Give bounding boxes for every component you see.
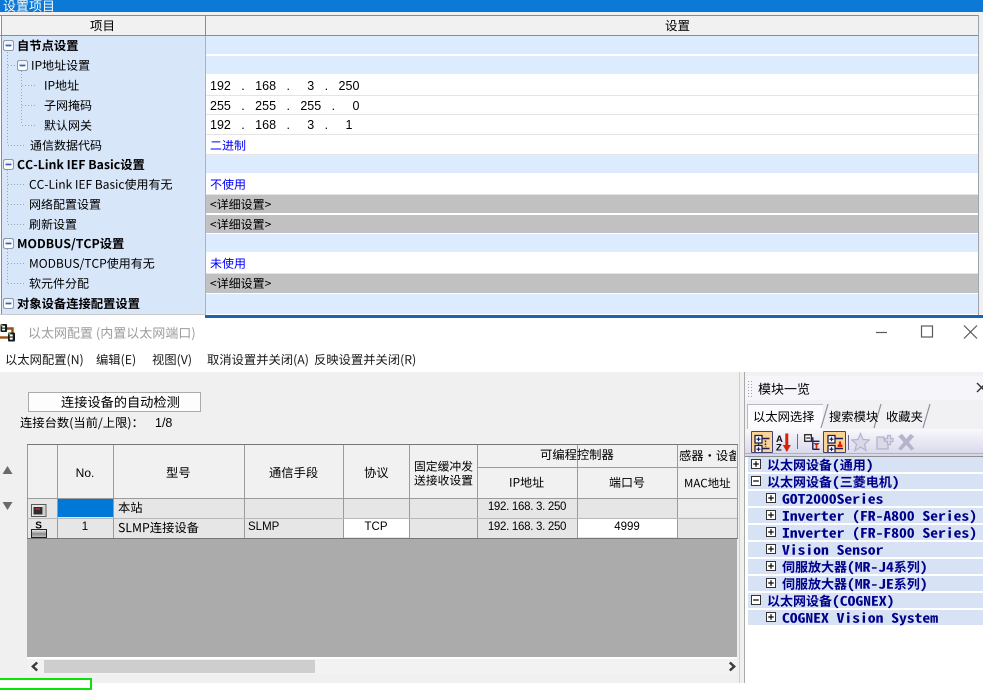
svg-text:Z: Z: [776, 443, 782, 453]
